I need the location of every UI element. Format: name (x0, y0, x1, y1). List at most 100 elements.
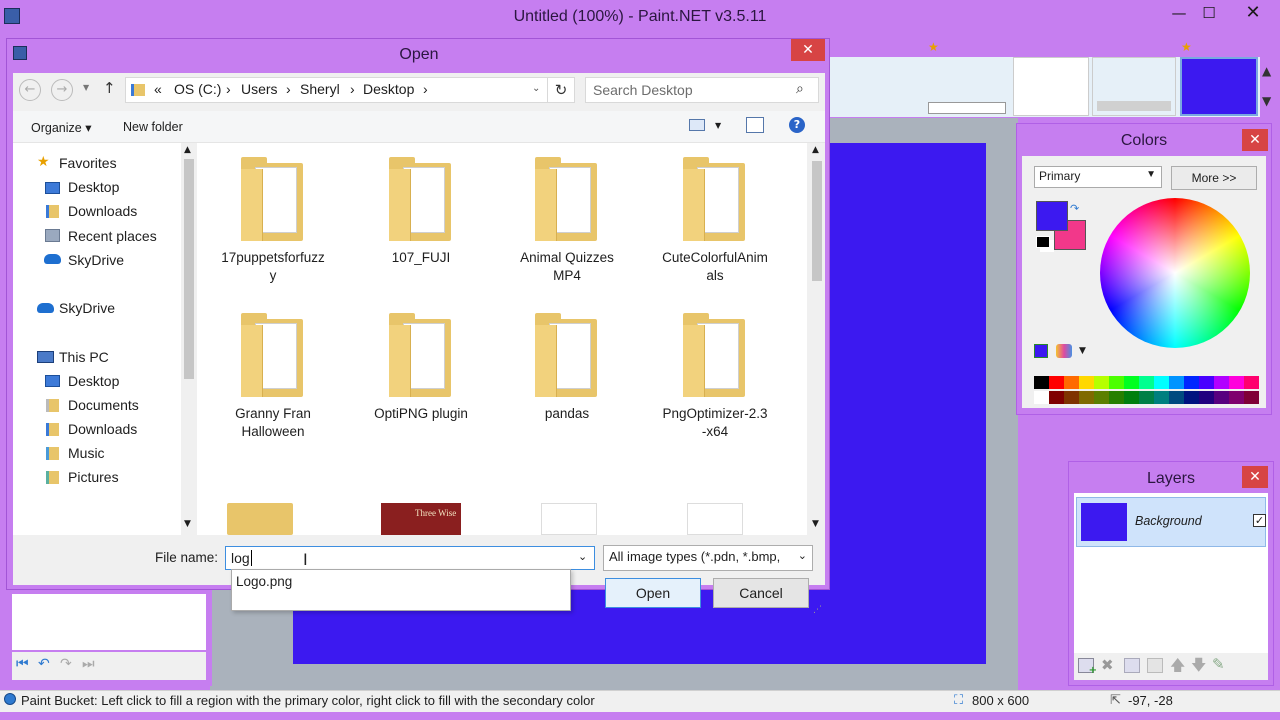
change-view-icon[interactable] (689, 119, 705, 131)
folder-item[interactable]: PngOptimizer-2.3 -x64 (645, 313, 785, 463)
image-thumbnail-active[interactable] (1180, 57, 1258, 116)
color-wheel[interactable] (1100, 198, 1250, 348)
layer-properties-icon[interactable]: ✎ (1212, 655, 1225, 673)
palette-swatch[interactable] (1049, 376, 1064, 389)
preview-pane-icon[interactable] (746, 117, 764, 133)
scroll-down-arrow-icon[interactable]: ▼ (184, 519, 191, 529)
help-icon[interactable]: ? (789, 117, 805, 133)
palette-swatch[interactable] (1154, 391, 1169, 404)
autocomplete-item[interactable]: Logo.png (236, 574, 292, 589)
organize-button[interactable]: Organize ▾ (31, 120, 91, 135)
delete-layer-icon[interactable]: ✖ (1101, 656, 1114, 674)
breadcrumb-users[interactable]: Users (241, 81, 278, 97)
nav-thispc[interactable]: This PC (59, 349, 109, 365)
palette-swatch[interactable] (1229, 391, 1244, 404)
palette-swatch[interactable] (1214, 376, 1229, 389)
folder-item[interactable]: pandas (497, 313, 637, 463)
palette-icon[interactable] (1034, 344, 1048, 358)
palette-menu-icon[interactable] (1056, 344, 1072, 358)
palette-swatch[interactable] (1034, 391, 1049, 404)
nav-pc-pictures[interactable]: Pictures (68, 469, 119, 485)
nav-pc-downloads[interactable]: Downloads (68, 421, 137, 437)
image-thumbnail[interactable] (541, 503, 597, 535)
nav-favorites[interactable]: Favorites (59, 155, 117, 171)
files-scrollbar[interactable]: ▲ ▼ (809, 143, 825, 535)
primary-color-swatch[interactable] (1036, 201, 1068, 231)
palette-swatch[interactable] (1094, 391, 1109, 404)
recent-locations-chevron-icon[interactable]: ▼ (83, 83, 89, 92)
image-thumbnail[interactable] (1013, 57, 1089, 116)
close-dialog-button[interactable]: ✕ (791, 39, 825, 61)
add-layer-icon[interactable]: + (1078, 658, 1097, 676)
new-folder-button[interactable]: New folder (123, 120, 183, 134)
resize-grip-icon[interactable]: ⋰ (813, 605, 822, 615)
scroll-down-arrow-icon[interactable]: ▼ (812, 519, 819, 529)
color-mode-select[interactable]: Primary ▼ (1034, 166, 1162, 188)
files-scroll-thumb[interactable] (812, 161, 822, 281)
palette-swatch[interactable] (1184, 391, 1199, 404)
filename-input[interactable]: log ⌄ (225, 546, 595, 570)
palette-swatch[interactable] (1064, 376, 1079, 389)
nav-pc-music[interactable]: Music (68, 445, 105, 461)
palette-swatch[interactable] (1064, 391, 1079, 404)
address-bar[interactable]: « OS (C:) › Users › Sheryl › Desktop › ⌄ (125, 77, 557, 103)
fast-forward-icon[interactable]: ⏭ (82, 656, 95, 672)
nav-fav-recent-places[interactable]: Recent places (68, 228, 157, 244)
palette-swatch[interactable] (1124, 391, 1139, 404)
nav-scrollbar[interactable]: ▲ ▼ (181, 143, 197, 535)
palette-swatch[interactable] (1079, 391, 1094, 404)
image-thumbnail[interactable]: Three Wise (381, 503, 461, 535)
folder-item[interactable]: 17puppetsforfuzz y (203, 157, 343, 307)
nav-pc-documents[interactable]: Documents (68, 397, 139, 413)
nav-fav-desktop[interactable]: Desktop (68, 179, 119, 195)
palette-swatch[interactable] (1094, 376, 1109, 389)
nav-fav-skydrive[interactable]: SkyDrive (68, 252, 124, 268)
palette-swatch[interactable] (1079, 376, 1094, 389)
palette-swatch[interactable] (1169, 391, 1184, 404)
layer-visible-checkbox[interactable]: ✓ (1253, 514, 1266, 527)
nav-scroll-thumb[interactable] (184, 159, 194, 379)
palette-swatch[interactable] (1169, 376, 1184, 389)
palette-swatch[interactable] (1229, 376, 1244, 389)
palette-swatch[interactable] (1244, 391, 1259, 404)
breadcrumb-sheryl[interactable]: Sheryl (300, 81, 340, 97)
maximize-button[interactable]: ☐ (1192, 2, 1226, 24)
filetype-select[interactable]: All image types (*.pdn, *.bmp, ⌄ (603, 545, 813, 571)
folder-item[interactable]: 107_FUJI (351, 157, 491, 307)
palette-swatch[interactable] (1244, 376, 1259, 389)
up-button[interactable]: ↑ (103, 79, 116, 97)
more-colors-button[interactable]: More >> (1171, 166, 1257, 190)
folder-item[interactable]: Granny Fran Halloween (203, 313, 343, 463)
rewind-icon[interactable]: ⏮ (16, 656, 29, 672)
palette-swatch[interactable] (1199, 391, 1214, 404)
palette-swatch[interactable] (1184, 376, 1199, 389)
palette-swatch[interactable] (1034, 376, 1049, 389)
scroll-up-arrow-icon[interactable]: ▲ (184, 145, 191, 155)
breadcrumb-overflow[interactable]: « (154, 81, 162, 97)
palette-swatch[interactable] (1109, 376, 1124, 389)
scroll-up-arrow-icon[interactable]: ▲ (1262, 64, 1276, 84)
folder-icon[interactable] (227, 503, 293, 535)
palette-swatch[interactable] (1124, 376, 1139, 389)
redo-icon[interactable]: ↷ (60, 656, 72, 672)
close-window-button[interactable]: ✕ (1236, 2, 1270, 24)
nav-fav-downloads[interactable]: Downloads (68, 203, 137, 219)
cancel-button[interactable]: Cancel (713, 578, 809, 608)
open-button[interactable]: Open (605, 578, 701, 608)
palette-swatch[interactable] (1139, 391, 1154, 404)
scroll-up-arrow-icon[interactable]: ▲ (812, 145, 819, 155)
close-colors-button[interactable]: ✕ (1242, 129, 1268, 151)
move-layer-up-icon[interactable]: 🡅 (1170, 655, 1185, 680)
nav-pc-desktop[interactable]: Desktop (68, 373, 119, 389)
close-layers-button[interactable]: ✕ (1242, 466, 1268, 488)
duplicate-layer-icon[interactable] (1124, 658, 1140, 673)
move-layer-down-icon[interactable]: 🡇 (1191, 655, 1206, 680)
nav-skydrive[interactable]: SkyDrive (59, 300, 115, 316)
breadcrumb-drive[interactable]: OS (C:) (174, 81, 221, 97)
reset-colors-icon[interactable] (1036, 236, 1050, 248)
palette-swatch[interactable] (1154, 376, 1169, 389)
scroll-down-arrow-icon[interactable]: ▼ (1262, 94, 1276, 114)
merge-layer-down-icon[interactable] (1147, 658, 1163, 673)
image-thumbnail[interactable] (687, 503, 743, 535)
chevron-down-icon[interactable]: ▼ (1079, 346, 1086, 356)
